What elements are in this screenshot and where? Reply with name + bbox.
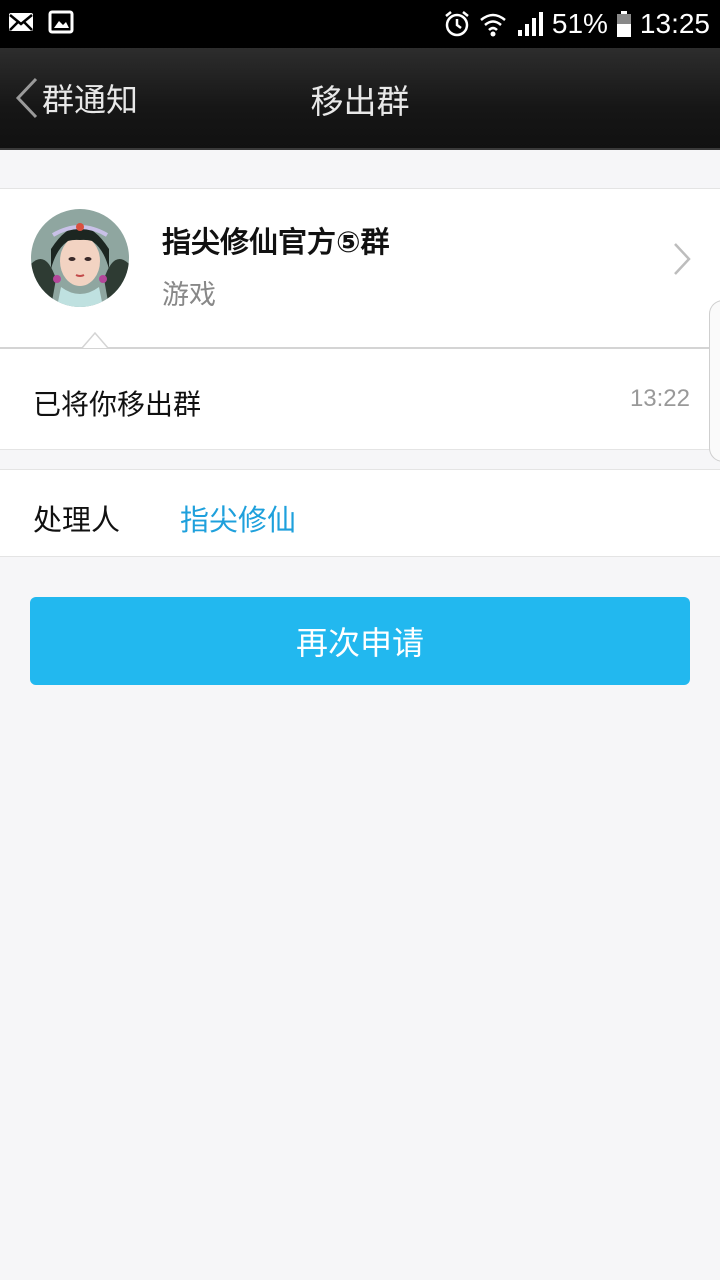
- page-title: 移出群: [310, 82, 410, 121]
- handler-row: 处理人 指尖修仙: [0, 469, 720, 557]
- title-bar: 群通知 移出群: [0, 48, 720, 150]
- group-avatar[interactable]: [31, 209, 129, 307]
- notice-message: 已将你移出群: [33, 388, 202, 421]
- divider: [0, 347, 720, 349]
- image-icon: [48, 10, 74, 34]
- pointer-notch: [82, 332, 108, 348]
- reapply-button[interactable]: 再次申请: [30, 597, 690, 685]
- status-left: [8, 10, 74, 34]
- mail-icon: [9, 13, 33, 31]
- group-card: 指尖修仙官方⑤群 游戏 已将你移出群 13:22: [0, 188, 720, 450]
- notice-time: 13:22: [629, 385, 690, 412]
- battery-icon: [616, 11, 631, 37]
- group-category: 游戏: [162, 280, 216, 311]
- edge-panel-handle[interactable]: [709, 300, 720, 462]
- clock: 13:25: [639, 8, 710, 39]
- battery-percent: 51%: [551, 8, 608, 39]
- alarm-icon: [445, 11, 469, 37]
- signal-icon: [517, 12, 543, 36]
- avatar-image: [31, 209, 129, 307]
- group-name: 指尖修仙官方⑤群: [162, 225, 390, 259]
- handler-link[interactable]: 指尖修仙: [180, 497, 296, 539]
- chevron-right-icon[interactable]: [672, 241, 692, 277]
- status-right: 51% 13:25: [444, 6, 710, 42]
- wifi-icon: [480, 13, 506, 37]
- status-bar: 51% 13:25: [0, 0, 720, 48]
- handler-label: 处理人: [33, 503, 121, 537]
